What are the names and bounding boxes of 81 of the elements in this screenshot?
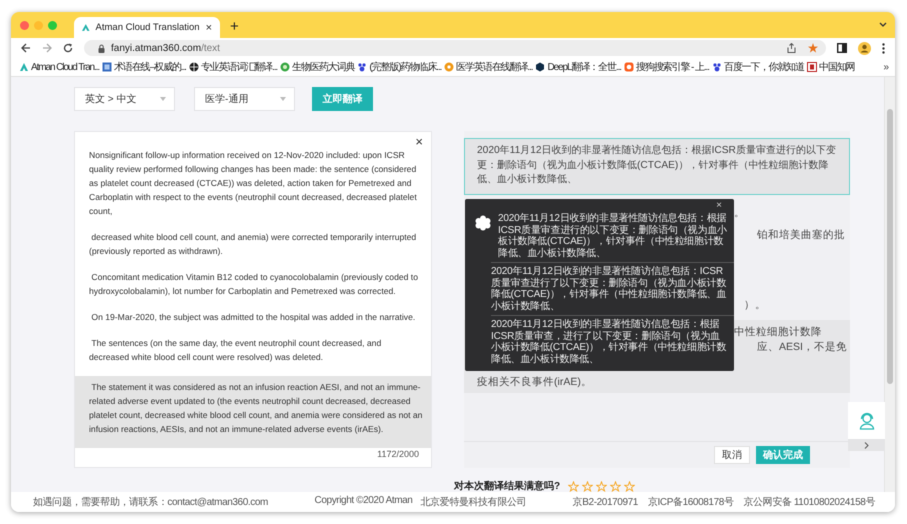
bookmark[interactable]: (完整版)药物临床...: [357, 60, 442, 74]
character-count: 1172/2000: [377, 449, 419, 459]
bookmark[interactable]: DeepL翻译：全世...: [535, 60, 621, 74]
bookmark[interactable]: 百度一下，你就知道: [712, 60, 804, 74]
star-icon[interactable]: [596, 480, 608, 492]
bookmark-favicon-icon: [444, 62, 454, 72]
bookmark[interactable]: 术语在线–权威的...: [102, 60, 186, 74]
support-widget[interactable]: [848, 402, 885, 439]
caret-icon: [160, 97, 166, 101]
license-number: 京ICP备16008178号: [648, 496, 734, 509]
flower-icon: [475, 215, 491, 231]
bookmark[interactable]: 生物医药大词典: [280, 60, 354, 74]
translation-text: 铂和培美曲塞的批: [757, 228, 846, 242]
star-icon[interactable]: [808, 43, 818, 53]
bookmark[interactable]: 中国知网: [806, 60, 855, 74]
reload-icon[interactable]: [63, 43, 73, 53]
source-paragraph[interactable]: Concomitant medication Vitamin B12 coded to cyanocolobalamin (previously coded to hydroxycolobalamin), lot number for Carboplatin and Pemetrexed was corrected.: [75, 270, 431, 298]
caret-icon: [280, 97, 286, 101]
star-icon[interactable]: [624, 480, 636, 492]
bookmark-favicon-icon: [357, 62, 368, 72]
bookmark-favicon-icon: [806, 62, 817, 72]
source-paragraph[interactable]: The sentences (on the same day, the event neutrophil count decreased, and decreased white blood cell count were resolved) was deleted.: [75, 336, 431, 364]
suggestion-item[interactable]: 2020年11月12日收到的非显著性随访信息包括：根据ICSR质量审查进行的以下变更：删除语句（视为血小板计数降低(CTCAE)），针对事件（中性粒细胞计数降低、血小板计数降低、: [498, 213, 728, 259]
bookmark-favicon-icon: [19, 62, 29, 72]
scrollbar[interactable]: [884, 77, 895, 492]
source-paragraph[interactable]: Nonsignificant follow-up information received on 12-Nov-2020 included: upon ICSR quality review performed following changes has been made: the sentence (considered as platelet count decreased (CTCAE)) was deleted, action taken for Pemetrexed and Carboplatin with respect to the events (neutrophil count decreased, decreased platelet count,: [75, 148, 431, 218]
lock-icon: [98, 44, 105, 52]
bookmark[interactable]: 搜狗搜索引擎 - 上...: [624, 60, 709, 74]
star-icon[interactable]: [568, 480, 580, 492]
license-number: 京B2-20170971: [572, 496, 638, 509]
cancel-button[interactable]: 取消: [714, 446, 750, 464]
profile-icon[interactable]: [858, 42, 871, 54]
chevron-down-icon[interactable]: [879, 22, 887, 28]
translation-text: 疫相关不良事件(irAE)。: [477, 374, 593, 388]
bookmark-favicon-icon: [188, 62, 199, 72]
source-paragraph[interactable]: On 19-Mar-2020, the subject was admitted to the hospital was added in the narrative.: [75, 310, 431, 324]
bookmark[interactable]: Atman Cloud Tran...: [19, 62, 100, 72]
chevron-right-icon: [864, 442, 869, 448]
close-button[interactable]: ×: [716, 201, 722, 210]
scrollbar-thumb[interactable]: [887, 109, 893, 384]
translation-text: ）。: [744, 298, 767, 312]
new-tab-button[interactable]: +: [230, 18, 239, 35]
language-select[interactable]: 英文 > 中文: [74, 87, 175, 111]
headset-icon: [858, 412, 874, 430]
translation-text: 中性粒细胞计数降: [734, 324, 823, 338]
close-button[interactable]: ×: [415, 135, 423, 148]
translation-text: 应、AESI，不是免: [757, 340, 848, 354]
back-icon[interactable]: [21, 43, 31, 53]
tab-title: Atman Cloud Translation: [96, 22, 200, 33]
company-name: 北京爱特曼科技有限公司: [420, 496, 526, 509]
share-icon[interactable]: [787, 43, 796, 53]
bookmark-favicon-icon: [712, 62, 722, 72]
address-bar[interactable]: fanyi.atman360.com/text: [84, 40, 826, 56]
license-number: 京公网安备 11010802024158号: [744, 496, 875, 509]
contact-text: 如遇问题，需要帮助，请联系：contact@atman360.com: [33, 496, 268, 509]
copyright-text: Copyright ©2020 Atman: [314, 495, 412, 508]
source-paragraph[interactable]: decreased white blood cell count, and anemia) were corrected temporarily interrupted (previously reported as withdrawn).: [75, 230, 431, 258]
logo-icon: [82, 23, 90, 32]
translation-paragraph[interactable]: 2020年11月12日收到的非显著性随访信息包括：根据ICSR质量审查进行的以下变更：删除语句（视为血小板计数降低(CTCAE)），针对事件（中性粒细胞计数降低、血小板计数降低、: [464, 138, 850, 194]
close-button[interactable]: ×: [206, 22, 212, 34]
expand-button[interactable]: [848, 439, 885, 451]
bookmark[interactable]: 医学英语在线翻译...: [444, 60, 532, 74]
rating-question: 对本次翻译结果满意吗?: [454, 480, 560, 492]
star-icon[interactable]: [582, 480, 594, 492]
bookmark[interactable]: 专业英语词汇翻译...: [188, 60, 278, 74]
suggestion-item[interactable]: 2020年11月12日收到的非显著性随访信息包括：ICSR质量审查进行了以下变更：删除语句（视为血小板计数降低(CTCAE)），针对事件（中性粒细胞计数降低、血小板计数降低、: [491, 266, 728, 312]
bookmark-favicon-icon: [102, 62, 112, 72]
bookmark-favicon-icon: [535, 62, 546, 72]
source-paragraph[interactable]: The statement it was considered as not an infusion reaction AESI, and not an immune-related adverse event updated to (the events neutrophil count decreased, decreased platelet count, decreased white blood cell count, and anemia were considered as not an infusion reactions, AESIs, and not an immune-related adverse events (irAEs).: [75, 376, 431, 448]
bookmark-favicon-icon: [280, 62, 290, 72]
more-bookmarks-button[interactable]: »: [883, 62, 889, 72]
forward-icon[interactable]: [42, 43, 52, 53]
url-text: fanyi.atman360.com/text: [111, 42, 220, 54]
more-icon[interactable]: [882, 42, 885, 54]
browser-tab[interactable]: Atman Cloud Translation ×: [74, 17, 220, 38]
translation-text: 。: [734, 206, 746, 220]
side-panel-icon[interactable]: [837, 43, 847, 53]
bookmark-favicon-icon: [624, 62, 634, 72]
star-icon[interactable]: [610, 480, 622, 492]
suggestion-item[interactable]: 2020年11月12日收到的非显著性随访信息包括：根据ICSR质量审查，进行了以下变更：删除语句（视为血小板计数降低(CTCAE)），针对事件（中性粒细胞计数降低、血小板计数降低、: [491, 319, 728, 365]
domain-select[interactable]: 医学-通用: [194, 87, 295, 111]
